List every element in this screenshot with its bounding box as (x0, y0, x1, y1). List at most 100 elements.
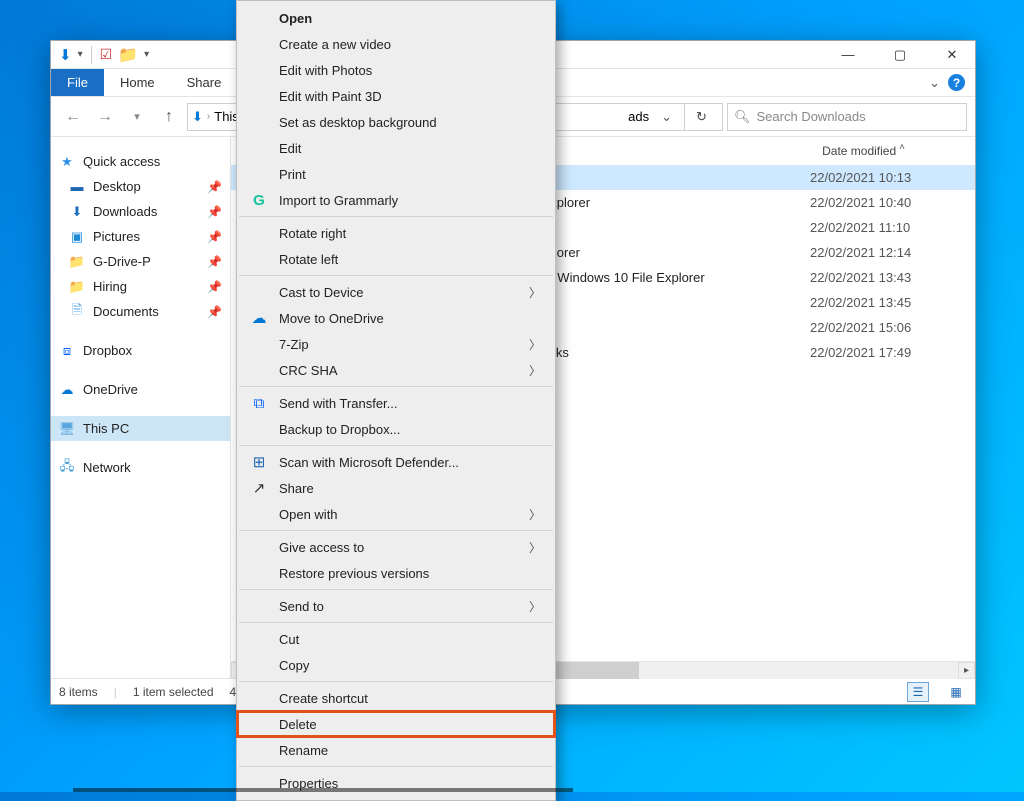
menu-backup-dropbox[interactable]: Backup to Dropbox... (237, 416, 555, 442)
menu-share[interactable]: ↗ Share (237, 475, 555, 501)
sort-caret-icon: ˄ (899, 142, 905, 153)
history-dropdown[interactable]: ▾ (123, 103, 151, 131)
menu-edit[interactable]: Edit (237, 135, 555, 161)
sidebar-item-label: G-Drive-P (93, 254, 151, 269)
menu-create-shortcut[interactable]: Create shortcut (237, 685, 555, 711)
forward-button[interactable]: → (91, 103, 119, 131)
sidebar-item-label: OneDrive (83, 382, 138, 397)
sidebar-quick-access[interactable]: ★ Quick access (51, 149, 230, 174)
divider (91, 46, 92, 64)
up-button[interactable]: ↑ (155, 103, 183, 131)
menu-send-transfer[interactable]: ⧉ Send with Transfer... (237, 390, 555, 416)
address-dropdown-icon[interactable]: ⌄ (653, 109, 680, 125)
column-date-modified[interactable]: Date modified ˄ (822, 144, 905, 158)
close-button[interactable]: ✕ (929, 41, 975, 69)
menu-label: Give access to (279, 540, 364, 555)
downloads-icon: ⬇ (69, 204, 85, 220)
qat-download-icon[interactable]: ⬇ (59, 46, 72, 64)
sidebar-pictures[interactable]: ▣ Pictures 📌 (51, 224, 230, 249)
chevron-right-icon: › (207, 111, 210, 122)
grammarly-icon: G (249, 192, 269, 209)
help-icon[interactable]: ? (948, 74, 965, 91)
menu-separator (239, 766, 553, 767)
submenu-arrow-icon: 〉 (529, 506, 541, 523)
menu-restore-versions[interactable]: Restore previous versions (237, 560, 555, 586)
defender-icon: ⊞ (249, 453, 269, 471)
menu-grammarly[interactable]: G Import to Grammarly (237, 187, 555, 213)
file-date: 22/02/2021 13:43 (810, 270, 975, 285)
sidebar-hiring[interactable]: 📁 Hiring 📌 (51, 274, 230, 299)
qat-newfolder-icon[interactable]: 📁 (118, 45, 138, 65)
menu-give-access[interactable]: Give access to 〉 (237, 534, 555, 560)
menu-separator (239, 275, 553, 276)
menu-copy[interactable]: Copy (237, 652, 555, 678)
tab-home[interactable]: Home (104, 69, 171, 96)
sidebar-desktop[interactable]: ▬ Desktop 📌 (51, 174, 230, 199)
submenu-arrow-icon: 〉 (529, 598, 541, 615)
tab-file[interactable]: File (51, 69, 104, 96)
menu-7zip[interactable]: 7-Zip 〉 (237, 331, 555, 357)
menu-rotate-right[interactable]: Rotate right (237, 220, 555, 246)
menu-cut[interactable]: Cut (237, 626, 555, 652)
crumb-current[interactable]: ads (628, 109, 649, 124)
menu-rename[interactable]: Rename (237, 737, 555, 763)
pin-icon: 📌 (207, 255, 222, 269)
scroll-right-button[interactable]: ▸ (958, 662, 975, 679)
menu-label: Open with (279, 507, 338, 522)
menu-separator (239, 216, 553, 217)
file-date: 22/02/2021 17:49 (810, 345, 975, 360)
desktop-icon: ▬ (69, 179, 85, 195)
pictures-icon: ▣ (69, 229, 85, 245)
sidebar-this-pc[interactable]: 🖥 This PC (51, 416, 230, 441)
pin-icon: 📌 (207, 305, 222, 319)
status-selection: 1 item selected (133, 685, 214, 699)
minimize-button[interactable]: — (825, 41, 871, 69)
qat-dropdown-2[interactable]: ▾ (144, 49, 149, 60)
menu-label: 7-Zip (279, 337, 309, 352)
file-date: 22/02/2021 10:40 (810, 195, 975, 210)
thumbnails-view-button[interactable]: ▦ (945, 682, 967, 702)
sidebar-item-label: Pictures (93, 229, 140, 244)
ribbon-collapse-icon[interactable]: ⌄ (929, 75, 940, 91)
menu-edit-paint3d[interactable]: Edit with Paint 3D (237, 83, 555, 109)
onedrive-icon: ☁ (249, 309, 269, 327)
pin-icon: 📌 (207, 180, 222, 194)
menu-cast[interactable]: Cast to Device 〉 (237, 279, 555, 305)
maximize-button[interactable]: ▢ (877, 41, 923, 69)
search-input[interactable]: 🔍︎ Search Downloads (727, 103, 967, 131)
details-view-button[interactable]: ☰ (907, 682, 929, 702)
menu-print[interactable]: Print (237, 161, 555, 187)
search-icon: 🔍︎ (734, 109, 751, 125)
file-date: 22/02/2021 13:45 (810, 295, 975, 310)
menu-properties[interactable]: Properties (237, 770, 555, 796)
menu-delete[interactable]: Delete (237, 711, 555, 737)
sidebar-item-label: Documents (93, 304, 159, 319)
folder-icon: 📁 (69, 279, 85, 295)
taskbar-shadow (73, 788, 573, 792)
sidebar-documents[interactable]: 🗎 Documents 📌 (51, 299, 230, 324)
sidebar-downloads[interactable]: ⬇ Downloads 📌 (51, 199, 230, 224)
refresh-button[interactable]: ↻ (684, 103, 718, 131)
folder-icon: ⬇ (192, 109, 203, 125)
menu-rotate-left[interactable]: Rotate left (237, 246, 555, 272)
menu-open[interactable]: Open (237, 5, 555, 31)
menu-crc-sha[interactable]: CRC SHA 〉 (237, 357, 555, 383)
menu-edit-photos[interactable]: Edit with Photos (237, 57, 555, 83)
back-button[interactable]: ← (59, 103, 87, 131)
tab-share[interactable]: Share (171, 69, 238, 96)
menu-defender[interactable]: ⊞ Scan with Microsoft Defender... (237, 449, 555, 475)
qat-properties-icon[interactable]: ☑ (100, 46, 113, 63)
sidebar-onedrive[interactable]: ☁ OneDrive (51, 377, 230, 402)
onedrive-icon: ☁ (59, 382, 75, 398)
menu-label: CRC SHA (279, 363, 338, 378)
sidebar-dropbox[interactable]: ⧈ Dropbox (51, 338, 230, 363)
documents-icon: 🗎 (69, 304, 85, 320)
sidebar-network[interactable]: 🖧 Network (51, 455, 230, 480)
menu-open-with[interactable]: Open with 〉 (237, 501, 555, 527)
qat-dropdown-1[interactable]: ▾ (78, 49, 83, 60)
menu-set-wallpaper[interactable]: Set as desktop background (237, 109, 555, 135)
menu-send-to[interactable]: Send to 〉 (237, 593, 555, 619)
menu-new-video[interactable]: Create a new video (237, 31, 555, 57)
sidebar-gdrive[interactable]: 📁 G-Drive-P 📌 (51, 249, 230, 274)
menu-move-onedrive[interactable]: ☁ Move to OneDrive (237, 305, 555, 331)
